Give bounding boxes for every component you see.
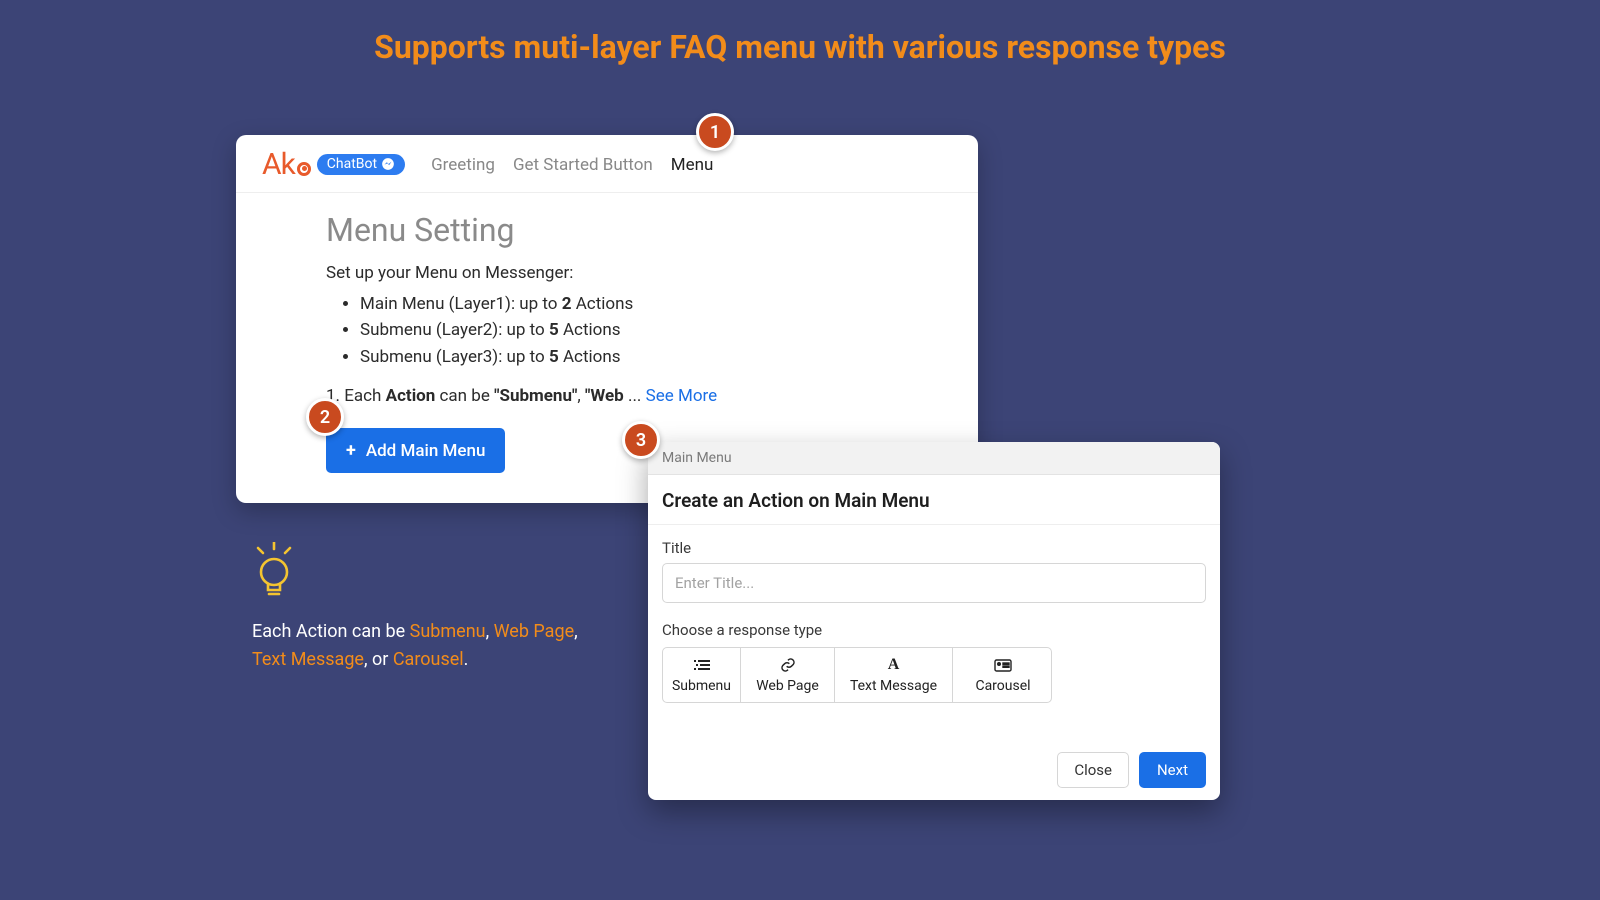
- list-item: Submenu (Layer3): up to 5 Actions: [360, 344, 888, 370]
- tab-greeting[interactable]: Greeting: [431, 155, 495, 175]
- logo-text: Ak: [262, 147, 311, 182]
- response-type-options: Submenu Web Page A Text Message Carousel: [662, 647, 1052, 703]
- menu-setting-title: Menu Setting: [326, 211, 888, 249]
- link-icon: [741, 656, 834, 674]
- tabs: Greeting Get Started Button Menu: [431, 155, 713, 175]
- logo: Ak ChatBot: [262, 147, 405, 182]
- list-icon: [663, 656, 740, 674]
- tip-text: Each Action can be Submenu, Web Page, Te…: [252, 618, 612, 674]
- option-carousel[interactable]: Carousel: [953, 648, 1053, 702]
- callout-2: 2: [306, 398, 344, 436]
- choose-response-label: Choose a response type: [662, 621, 1206, 639]
- menu-setting-subtitle: Set up your Menu on Messenger:: [326, 263, 888, 283]
- panel-topbar: Ak ChatBot Greeting Get Started Button M…: [236, 135, 978, 193]
- list-item: Main Menu (Layer1): up to 2 Actions: [360, 291, 888, 317]
- page-headline: Supports muti-layer FAQ menu with variou…: [0, 0, 1600, 76]
- callout-3: 3: [622, 421, 660, 459]
- menu-layers-list: Main Menu (Layer1): up to 2 Actions Subm…: [326, 291, 888, 370]
- modal-header: Main Menu: [648, 442, 1220, 475]
- callout-1: 1: [696, 113, 734, 151]
- see-more-link[interactable]: See More: [646, 386, 718, 406]
- create-action-modal: Main Menu Create an Action on Main Menu …: [648, 442, 1220, 800]
- option-submenu[interactable]: Submenu: [663, 648, 741, 702]
- plus-icon: +: [346, 440, 356, 461]
- option-text-message[interactable]: A Text Message: [835, 648, 953, 702]
- action-description: 1. Each Action can be "Submenu", "Web ..…: [326, 386, 888, 406]
- logo-dot-icon: [297, 162, 311, 176]
- add-main-menu-button[interactable]: + Add Main Menu: [326, 428, 505, 473]
- modal-title: Create an Action on Main Menu: [648, 475, 1220, 525]
- tab-get-started[interactable]: Get Started Button: [513, 155, 653, 175]
- messenger-icon: [381, 157, 395, 171]
- close-button[interactable]: Close: [1057, 752, 1129, 788]
- tab-menu[interactable]: Menu: [671, 155, 714, 175]
- title-label: Title: [662, 539, 1206, 557]
- title-input[interactable]: [662, 563, 1206, 603]
- chatbot-chip: ChatBot: [317, 154, 405, 175]
- list-item: Submenu (Layer2): up to 5 Actions: [360, 317, 888, 343]
- tip-block: Each Action can be Submenu, Web Page, Te…: [252, 542, 612, 674]
- option-web-page[interactable]: Web Page: [741, 648, 835, 702]
- lightbulb-icon: [252, 542, 296, 600]
- next-button[interactable]: Next: [1139, 752, 1206, 788]
- card-icon: [953, 656, 1053, 674]
- text-icon: A: [835, 656, 952, 674]
